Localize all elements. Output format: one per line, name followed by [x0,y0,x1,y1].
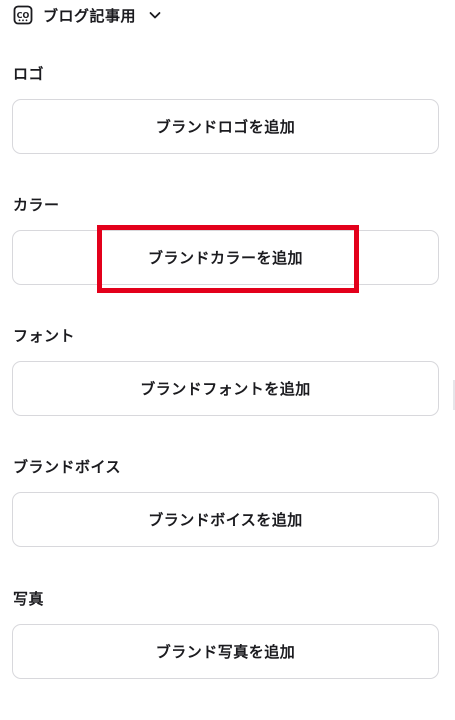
brand-kit-title: ブログ記事用 [43,6,137,25]
section-label-logo: ロゴ [13,65,45,83]
section-label-color: カラー [13,196,60,214]
add-brand-photo-button[interactable]: ブランド写真を追加 [12,624,439,679]
section-label-font: フォント [13,327,76,345]
brand-kit-icon: CO [12,4,34,26]
chevron-down-icon [147,7,163,23]
brand-kit-selector[interactable]: CO ブログ記事用 [12,2,163,28]
section-label-brand-voice: ブランドボイス [13,458,122,476]
svg-text:CO: CO [17,11,30,20]
add-brand-font-button[interactable]: ブランドフォントを追加 [12,361,439,416]
section-label-photo: 写真 [13,590,45,608]
add-brand-logo-button[interactable]: ブランドロゴを追加 [12,99,439,154]
add-brand-voice-button[interactable]: ブランドボイスを追加 [12,492,439,547]
add-brand-color-button[interactable]: ブランドカラーを追加 [12,230,439,285]
